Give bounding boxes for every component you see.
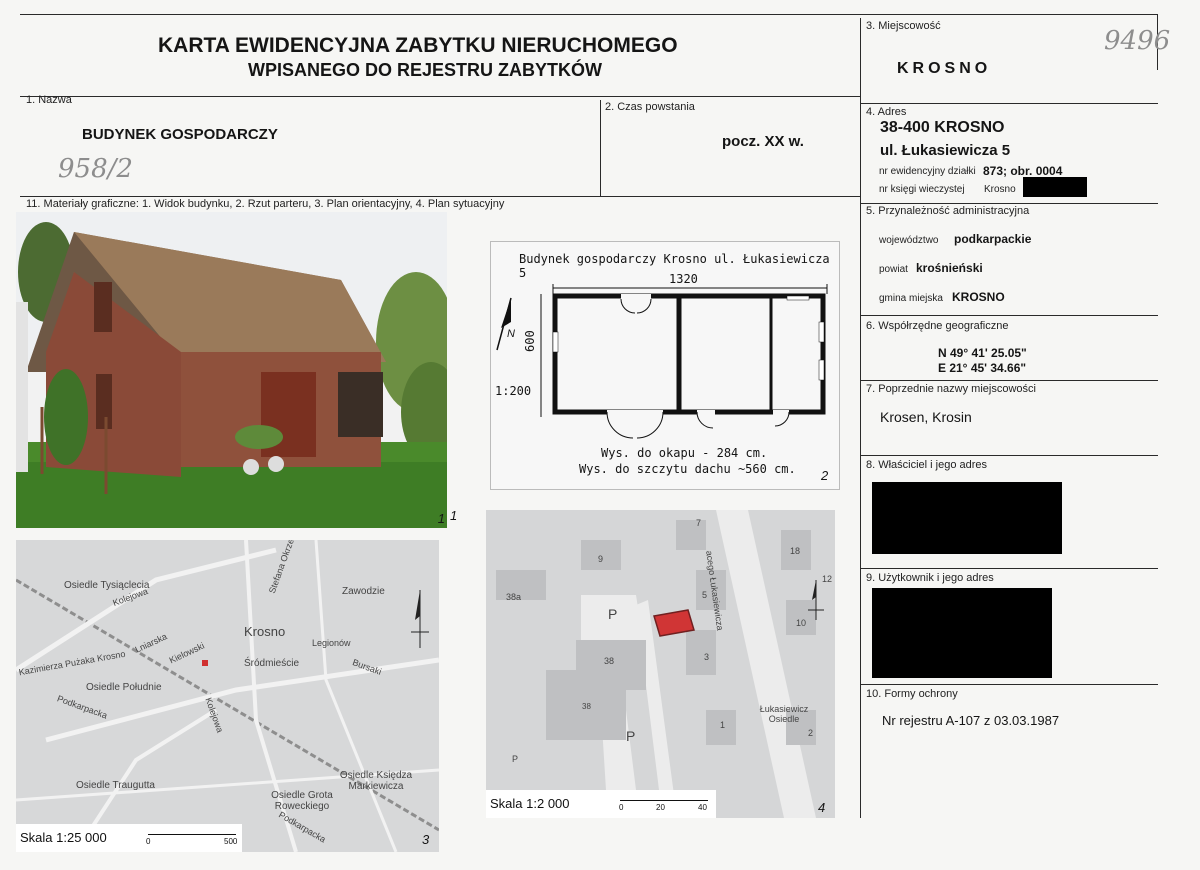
map4-label-2: P [608,606,618,622]
field1-label: 1. Nazwa [26,94,72,106]
situation-map-drawing [486,510,835,818]
field10-value: Nr rejestru A-107 z 03.03.1987 [882,713,1060,728]
divider-vertical-main [860,18,861,818]
field2-label: 2. Czas powstania [605,101,695,113]
map4-label-6: 38 [582,702,591,711]
field8-label: 8. Właściciel i jego adres [866,459,988,471]
field5-voiv-label: województwo [879,235,939,246]
field4-label: 4. Adres [866,106,907,118]
divider-right-6 [860,380,1158,381]
field5-comm-value: KROSNO [952,290,1005,304]
orientation-map: Osiedle Tysiąclecia Kolejowa Zawodzie Kr… [16,540,439,852]
field6-label: 6. Współrzędne geograficzne [866,320,1009,332]
divider-field1-2 [600,100,601,196]
map3-label-12: Osiedle Traugutta [76,780,155,791]
field4-postal: 38-400 KROSNO [880,119,1005,136]
map4-scale-bar-start: 0 [619,803,624,812]
field5-county-label: powiat [879,264,908,275]
map4-label-13: 10 [796,618,807,628]
field5-voiv-value: podkarpackie [954,232,1032,246]
map4-scale-bar-mid: 20 [656,803,665,812]
field11-label: 11. Materiały graficzne: 1. Widok budynk… [26,198,505,210]
map4-label-14: 12 [822,574,833,584]
photo-number: 1 [437,511,445,526]
map4-label-3: P [626,728,636,744]
map3-scale-box: Skala 1:25 000 0 500 [16,824,242,852]
map4-scale-bar-end: 40 [698,803,707,812]
field4-parcel-value: 873; obr. 0004 [983,164,1063,178]
divider-right-3 [860,103,1158,104]
field6-east: E 21° 45' 34.66" [938,361,1027,375]
map3-scale-bar-start: 0 [146,837,151,846]
map3-scale-bar-line [148,834,236,835]
field4-land-label: nr księgi wieczystej [879,184,965,195]
building-photo-image [16,212,447,528]
border-top [20,14,1158,15]
field5-comm-label: gmina miejska [879,293,943,304]
map4-label-15: 1 [720,720,726,730]
field4-street: ul. Łukasiewicza 5 [880,142,1011,159]
field3-value: KROSNO [897,60,992,77]
plan-number: 2 [821,468,829,483]
plan-note-eaves: Wys. do okapu - 284 cm. [601,446,768,460]
field2-value: pocz. XX w. [722,133,804,150]
divider-header [20,96,860,97]
field3-label: 3. Miejscowość [866,20,941,32]
handwritten-number: 9496 [1104,26,1171,56]
map4-label-9: 3 [704,652,710,662]
map4-scale-label: Skala 1:2 000 [490,796,570,811]
redacted-user [872,588,1052,678]
map3-label-6: Śródmieście [244,658,300,669]
field4-land-value: Krosno [984,184,1016,195]
divider-right-4 [860,203,1158,204]
map4-scale-box: Skala 1:2 000 0 20 40 [486,790,716,818]
situation-map: acego Łukasiewicza Łukasiewicz Osiedle P… [486,510,835,818]
map3-label-10: Osiedle Południe [86,682,162,693]
building-photo: 1 [16,212,447,528]
map4-label-4: P [512,754,519,764]
field6-north: N 49° 41' 25.05" [938,346,1027,360]
card-title-line1: KARTA EWIDENCYJNA ZABYTKU NIERUCHOMEGO [158,34,678,57]
divider-right-9 [860,684,1158,685]
divider-right-7 [860,455,1158,456]
map3-label-4: Legionów [312,638,351,648]
map4-label-7: 38a [506,592,522,602]
field7-value: Krosen, Krosin [880,409,972,425]
field10-label: 10. Formy ochrony [866,688,958,700]
divider-right-8 [860,568,1158,569]
handwritten-note: 958/2 [58,154,133,184]
map3-label-13: Osiedle Grota Roweckiego [271,790,333,812]
map3-scale-label: Skala 1:25 000 [20,830,107,845]
map3-scale-bar-end: 500 [224,837,238,846]
field1-value: BUDYNEK GOSPODARCZY [82,126,278,143]
divider-field11 [20,196,860,197]
redacted-land-register [1023,177,1087,197]
map3-label-3: Krosno [244,624,286,639]
map3-number: 3 [422,832,430,847]
map4-number: 4 [818,800,826,815]
redacted-owner [872,482,1062,554]
divider-right-5 [860,315,1158,316]
field7-label: 7. Poprzednie nazwy miejscowości [866,383,1036,395]
map4-label-1: Łukasiewicz Osiedle [759,704,809,724]
plan-note-ridge: Wys. do szczytu dachu ~560 cm. [579,462,796,476]
map4-label-16: 2 [808,728,814,738]
map4-label-10: 7 [696,518,702,528]
map4-label-8: 5 [702,590,708,600]
field5-label: 5. Przynależność administracyjna [866,205,1030,217]
map4-label-5: 38 [604,656,615,666]
field4-parcel-label: nr ewidencyjny działki [879,166,976,177]
card-title-line2: WPISANEGO DO REJESTRU ZABYTKÓW [248,60,603,80]
map4-label-11: 9 [598,554,604,564]
map3-label-14: Osiedle Księdza Markiewicza [339,770,413,792]
field9-label: 9. Użytkownik i jego adres [866,572,994,584]
map4-scale-bar-line [620,800,708,801]
map4-label-12: 18 [790,546,801,556]
field5-county-value: krośnieński [916,261,983,275]
floor-plan: Budynek gospodarczy Krosno ul. Łukasiewi… [490,241,840,490]
map3-label-2: Zawodzie [342,586,385,597]
photo-number-outer: 1 [450,508,458,523]
